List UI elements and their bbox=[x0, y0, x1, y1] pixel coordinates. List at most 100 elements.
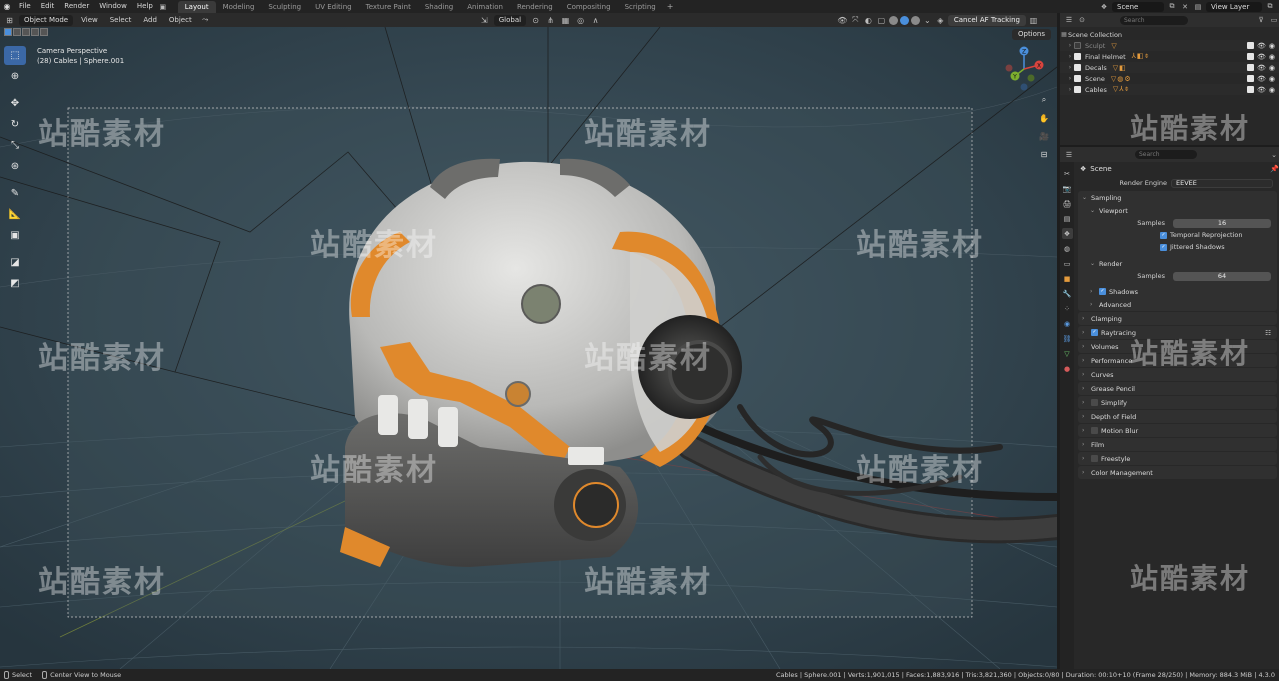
scene-name-field[interactable]: Scene bbox=[1112, 1, 1164, 12]
advanced-subpanel-header[interactable]: › Advanced bbox=[1078, 298, 1277, 311]
transform-tool-icon[interactable]: ⊛ bbox=[4, 157, 26, 176]
tab-texture-paint[interactable]: Texture Paint bbox=[359, 1, 418, 13]
color-management-panel[interactable]: › Color Management bbox=[1078, 466, 1277, 479]
material-tab-icon[interactable]: ● bbox=[1062, 363, 1073, 374]
perspective-toggle-icon[interactable]: ⊟ bbox=[1037, 147, 1051, 161]
select-invert-icon[interactable] bbox=[31, 28, 39, 36]
duplicate-layer-icon[interactable]: ⧉ bbox=[1265, 2, 1275, 11]
3d-viewport[interactable]: Camera Perspective (28) Cables | Sphere.… bbox=[0, 27, 1057, 669]
menu-add[interactable]: Add bbox=[139, 14, 161, 26]
collection-checkbox[interactable] bbox=[1074, 86, 1081, 93]
world-tab-icon[interactable]: ◍ bbox=[1062, 243, 1073, 254]
editor-type-icon[interactable]: ☰ bbox=[1064, 16, 1074, 24]
grease-pencil-panel[interactable]: › Grease Pencil bbox=[1078, 382, 1277, 395]
transform-orientation-dropdown[interactable]: Global bbox=[493, 14, 527, 26]
menu-help[interactable]: Help bbox=[132, 0, 158, 13]
measure-tool-icon[interactable]: 📐 bbox=[4, 205, 26, 224]
duplicate-scene-icon[interactable]: ⧉ bbox=[1167, 2, 1177, 11]
rotate-tool-icon[interactable]: ↻ bbox=[4, 115, 26, 134]
include-checkbox[interactable] bbox=[1247, 63, 1254, 71]
include-checkbox[interactable] bbox=[1247, 74, 1254, 82]
depth-of-field-panel[interactable]: › Depth of Field bbox=[1078, 410, 1277, 423]
tab-modeling[interactable]: Modeling bbox=[216, 1, 262, 13]
tab-uv-editing[interactable]: UV Editing bbox=[308, 1, 359, 13]
collection-checkbox[interactable] bbox=[1074, 75, 1081, 82]
eye-icon[interactable]: 👁 bbox=[1257, 75, 1266, 83]
delete-scene-icon[interactable]: ✕ bbox=[1180, 3, 1190, 11]
camera-icon[interactable]: ◉ bbox=[1269, 42, 1275, 50]
menu-window[interactable]: Window bbox=[94, 0, 132, 13]
motion-blur-checkbox[interactable] bbox=[1091, 427, 1098, 434]
tab-layout[interactable]: Layout bbox=[177, 0, 216, 13]
pin-icon[interactable]: 📌 bbox=[1270, 165, 1279, 173]
new-collection-icon[interactable]: ▭ bbox=[1269, 16, 1279, 24]
constraints-tab-icon[interactable]: ⛓ bbox=[1062, 333, 1073, 344]
proportional-edit-icon[interactable]: ◎ bbox=[575, 16, 586, 25]
gizmo-toggle-icon[interactable]: ⤧ bbox=[850, 15, 861, 25]
sampling-header[interactable]: ⌄ Sampling bbox=[1078, 191, 1277, 204]
expand-arrow-icon[interactable]: › bbox=[1066, 64, 1074, 71]
snap-target-icon[interactable]: ▦ bbox=[560, 16, 571, 25]
viewport-samples-field[interactable]: 16 bbox=[1173, 218, 1271, 228]
include-checkbox[interactable] bbox=[1247, 52, 1254, 60]
tab-shading[interactable]: Shading bbox=[418, 1, 460, 13]
shading-options-icon[interactable]: ⌄ bbox=[922, 16, 933, 25]
particles-tab-icon[interactable]: ⁘ bbox=[1062, 303, 1073, 314]
snap-icon[interactable]: ⋔ bbox=[545, 16, 556, 25]
overlay-toggle-icon[interactable]: ◐ bbox=[863, 16, 874, 25]
render-engine-dropdown[interactable]: EEVEE bbox=[1171, 178, 1273, 188]
camera-icon[interactable]: ◉ bbox=[1269, 53, 1275, 61]
temporal-reprojection-row[interactable]: ✓ Temporal Reprojection bbox=[1078, 229, 1277, 241]
jittered-shadows-row[interactable]: ✓ Jittered Shadows bbox=[1078, 241, 1277, 253]
include-checkbox[interactable] bbox=[1247, 85, 1254, 93]
filter-icon[interactable]: ⊽ bbox=[1256, 16, 1266, 24]
output-tab-icon[interactable]: 🖨 bbox=[1062, 198, 1073, 209]
camera-lock-icon[interactable]: ◈ bbox=[935, 16, 946, 25]
pivot-icon[interactable]: ⊙ bbox=[530, 16, 541, 25]
panel-menu-icon[interactable]: ☷ bbox=[1265, 329, 1277, 337]
physics-tab-icon[interactable]: ◉ bbox=[1062, 318, 1073, 329]
temporal-reprojection-checkbox[interactable]: ✓ bbox=[1160, 231, 1167, 239]
tab-compositing[interactable]: Compositing bbox=[560, 1, 618, 13]
viewport-subpanel-header[interactable]: ⌄ Viewport bbox=[1078, 204, 1277, 217]
camera-view-icon[interactable]: 🎥 bbox=[1037, 129, 1051, 143]
collection-row-sculpt[interactable]: › Sculpt ▽ 👁 ◉ bbox=[1060, 40, 1279, 51]
collection-row-final-helmet[interactable]: › Final Helmet ⅄◧⌽ 👁 ◉ bbox=[1060, 51, 1279, 62]
select-box-tool-icon[interactable]: ⬚ bbox=[4, 46, 26, 65]
workspace-screen-icon[interactable]: ▣ bbox=[158, 3, 168, 11]
move-tool-icon[interactable]: ✥ bbox=[4, 94, 26, 113]
editor-type-icon[interactable]: ⊞ bbox=[4, 16, 15, 25]
add-cube-tool-icon[interactable]: ▣ bbox=[4, 226, 26, 245]
select-intersect-icon[interactable] bbox=[40, 28, 48, 36]
select-new-icon[interactable] bbox=[4, 28, 12, 36]
pan-hand-icon[interactable]: ✋ bbox=[1037, 111, 1051, 125]
solid-shading-icon[interactable] bbox=[888, 15, 898, 25]
mode-selector[interactable]: Object Mode bbox=[19, 14, 74, 26]
eye-icon[interactable]: 👁 bbox=[1257, 64, 1266, 72]
shear-tool-icon[interactable]: ◪ bbox=[4, 253, 26, 272]
camera-icon[interactable]: ◉ bbox=[1269, 86, 1275, 94]
blender-logo-icon[interactable]: ◉ bbox=[0, 0, 14, 13]
shadows-subpanel-header[interactable]: › ✓ Shadows bbox=[1078, 285, 1277, 298]
cursor-tool-icon[interactable]: ⊕ bbox=[4, 67, 26, 86]
cancel-af-tracking-button[interactable]: Cancel AF Tracking bbox=[947, 14, 1026, 26]
tab-animation[interactable]: Animation bbox=[460, 1, 510, 13]
expand-arrow-icon[interactable]: › bbox=[1066, 75, 1074, 82]
view-layer-field[interactable]: View Layer bbox=[1206, 1, 1262, 12]
xray-icon[interactable]: ▢ bbox=[876, 16, 887, 25]
collection-checkbox[interactable] bbox=[1074, 42, 1081, 49]
eye-icon[interactable]: 👁 bbox=[1257, 53, 1266, 61]
simplify-checkbox[interactable] bbox=[1091, 399, 1098, 406]
render-tab-icon[interactable]: 📷 bbox=[1062, 183, 1073, 194]
options-dropdown[interactable]: Options bbox=[1011, 29, 1051, 40]
expand-arrow-icon[interactable]: › bbox=[1066, 86, 1074, 93]
visibility-icon[interactable]: 👁 bbox=[837, 16, 848, 25]
collection-tab-icon[interactable]: ▭ bbox=[1062, 258, 1073, 269]
display-mode-icon[interactable]: ⊙ bbox=[1077, 16, 1087, 24]
scene-tab-icon[interactable]: ❖ bbox=[1061, 228, 1073, 239]
motion-blur-panel[interactable]: › Motion Blur bbox=[1078, 424, 1277, 437]
freestyle-panel[interactable]: › Freestyle bbox=[1078, 452, 1277, 465]
interaction-icon[interactable]: ⤳ bbox=[200, 15, 211, 25]
shadows-checkbox[interactable]: ✓ bbox=[1099, 288, 1106, 295]
menu-object[interactable]: Object bbox=[165, 14, 196, 26]
